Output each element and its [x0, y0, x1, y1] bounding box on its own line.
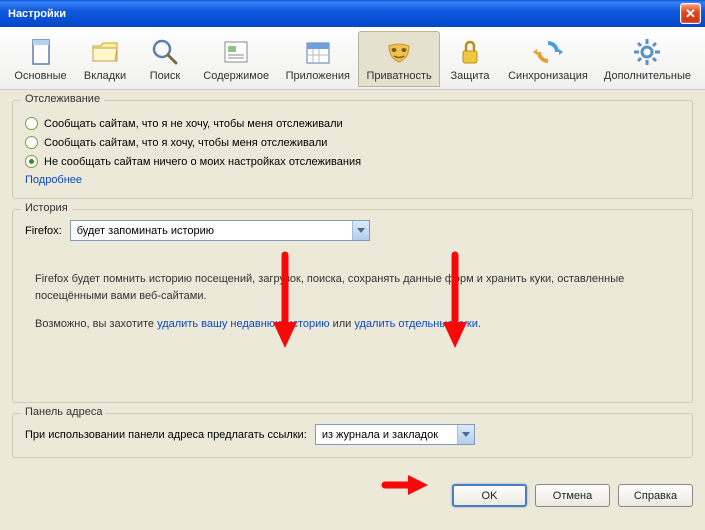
content-icon: [220, 36, 252, 68]
window-title: Настройки: [8, 8, 66, 20]
history-mode-dropdown[interactable]: будет запоминать историю: [70, 220, 370, 241]
tracking-more-link[interactable]: Подробнее: [25, 174, 82, 186]
tracking-group: Отслеживание Сообщать сайтам, что я не х…: [12, 100, 693, 199]
gear-icon: [631, 36, 663, 68]
lock-icon: [454, 36, 486, 68]
addressbar-dropdown[interactable]: из журнала и закладок: [315, 424, 475, 445]
radio-icon: [25, 155, 38, 168]
text-prefix: Возможно, вы захотите: [35, 318, 157, 330]
tab-label: Поиск: [150, 70, 180, 82]
tab-sync[interactable]: Синхронизация: [500, 31, 596, 87]
history-links-row: Возможно, вы захотите удалить вашу недав…: [35, 318, 670, 330]
dropdown-value: из журнала и закладок: [322, 429, 438, 441]
content-area: Отслеживание Сообщать сайтам, что я не х…: [0, 90, 705, 478]
addressbar-group: Панель адреса При использовании панели а…: [12, 413, 693, 458]
radio-no-pref[interactable]: Не сообщать сайтам ничего о моих настрой…: [25, 155, 680, 168]
cancel-button[interactable]: Отмена: [535, 484, 610, 507]
radio-no-track[interactable]: Сообщать сайтам, что я не хочу, чтобы ме…: [25, 117, 680, 130]
clear-cookies-link[interactable]: удалить отдельные куки: [354, 318, 477, 330]
tab-label: Синхронизация: [508, 70, 588, 82]
tab-label: Вкладки: [84, 70, 126, 82]
folder-icon: [89, 36, 121, 68]
mask-icon: [383, 36, 415, 68]
tab-label: Основные: [14, 70, 66, 82]
close-button[interactable]: ✕: [680, 3, 701, 24]
text-or: или: [330, 318, 355, 330]
dropdown-value: будет запоминать историю: [77, 225, 214, 237]
group-title: История: [21, 202, 72, 214]
radio-icon: [25, 117, 38, 130]
radio-do-track[interactable]: Сообщать сайтам, что я хочу, чтобы меня …: [25, 136, 680, 149]
chevron-down-icon: [352, 221, 369, 240]
calendar-icon: [302, 36, 334, 68]
history-description: Firefox будет помнить историю посещений,…: [35, 271, 670, 304]
tab-search[interactable]: Поиск: [135, 31, 195, 87]
tab-privacy[interactable]: Приватность: [358, 31, 440, 87]
radio-label: Сообщать сайтам, что я хочу, чтобы меня …: [44, 137, 327, 149]
search-icon: [149, 36, 181, 68]
tab-label: Приложения: [286, 70, 350, 82]
tab-main[interactable]: Основные: [6, 31, 75, 87]
tab-tabs[interactable]: Вкладки: [75, 31, 135, 87]
history-group: История Firefox: будет запоминать истори…: [12, 209, 693, 403]
titlebar: Настройки ✕: [0, 0, 705, 27]
firefox-label: Firefox:: [25, 225, 62, 237]
sync-icon: [532, 36, 564, 68]
tab-label: Защита: [451, 70, 490, 82]
tab-label: Содержимое: [203, 70, 269, 82]
radio-label: Сообщать сайтам, что я не хочу, чтобы ме…: [44, 118, 343, 130]
tab-security[interactable]: Защита: [440, 31, 500, 87]
tab-label: Приватность: [366, 70, 431, 82]
tab-advanced[interactable]: Дополнительные: [596, 31, 699, 87]
text-dot: .: [478, 318, 481, 330]
radio-icon: [25, 136, 38, 149]
page-icon: [25, 36, 57, 68]
clear-history-link[interactable]: удалить вашу недавнюю историю: [157, 318, 329, 330]
tab-content[interactable]: Содержимое: [195, 31, 277, 87]
dialog-buttons: OK Отмена Справка: [0, 478, 705, 507]
ok-button[interactable]: OK: [452, 484, 527, 507]
group-title: Панель адреса: [21, 406, 106, 418]
group-title: Отслеживание: [21, 93, 104, 105]
tab-apps[interactable]: Приложения: [277, 31, 358, 87]
help-button[interactable]: Справка: [618, 484, 693, 507]
radio-label: Не сообщать сайтам ничего о моих настрой…: [44, 156, 361, 168]
chevron-down-icon: [457, 425, 474, 444]
tab-label: Дополнительные: [604, 70, 691, 82]
tab-toolbar: Основные Вкладки Поиск Содержимое Прилож…: [0, 27, 705, 90]
addressbar-label: При использовании панели адреса предлага…: [25, 429, 307, 441]
